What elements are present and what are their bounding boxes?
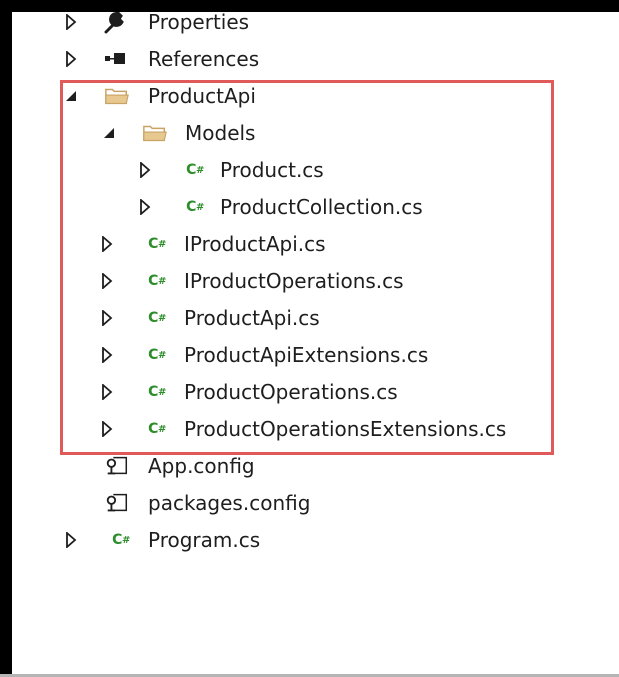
tree-item-productoperations-cs[interactable]: C # ProductOperations.cs [0, 374, 600, 410]
csharp-file-icon: C # [112, 532, 130, 548]
expand-arrow-icon[interactable] [138, 199, 152, 215]
config-file-icon [104, 491, 130, 515]
tree-item-productoperationsextensions-cs[interactable]: C # ProductOperationsExtensions.cs [0, 411, 600, 447]
folder-open-icon [142, 121, 168, 145]
tree-item-label: ProductOperationsExtensions.cs [184, 417, 507, 441]
config-file-icon [104, 454, 130, 478]
solution-explorer-panel: Properties References ProductApi Models … [0, 0, 619, 677]
tree-item-iproductapi-cs[interactable]: C # IProductApi.cs [0, 226, 600, 262]
tree-item-label: ProductOperations.cs [184, 380, 398, 404]
tree-item-label: packages.config [148, 491, 311, 515]
tree-item-label: App.config [148, 454, 255, 478]
tree-item-label: IProductApi.cs [184, 232, 326, 256]
wrench-icon [102, 10, 128, 34]
csharp-file-icon: C # [148, 384, 166, 400]
solution-tree: Properties References ProductApi Models … [0, 0, 619, 677]
expand-arrow-icon[interactable] [100, 310, 114, 326]
collapse-arrow-icon[interactable] [64, 88, 78, 104]
expand-arrow-icon[interactable] [100, 236, 114, 252]
tree-item-label: Models [185, 121, 256, 145]
expand-arrow-icon[interactable] [100, 273, 114, 289]
expand-arrow-icon[interactable] [100, 347, 114, 363]
expand-arrow-icon[interactable] [138, 162, 152, 178]
csharp-file-icon: C # [148, 347, 166, 363]
tree-item-label: ProductApiExtensions.cs [184, 343, 429, 367]
tree-item-app-config[interactable]: App.config [0, 448, 600, 484]
tree-item-productapiextensions-cs[interactable]: C # ProductApiExtensions.cs [0, 337, 600, 373]
tree-item-label: References [148, 47, 260, 71]
csharp-file-icon: C # [148, 310, 166, 326]
tree-item-productapi-cs[interactable]: C # ProductApi.cs [0, 300, 600, 336]
folder-open-icon [104, 84, 130, 108]
tree-item-label: ProductCollection.cs [220, 195, 423, 219]
expand-arrow-icon[interactable] [64, 51, 78, 67]
tree-item-iproductoperations-cs[interactable]: C # IProductOperations.cs [0, 263, 600, 299]
expand-arrow-icon[interactable] [100, 421, 114, 437]
tree-item-references[interactable]: References [0, 41, 600, 77]
collapse-arrow-icon[interactable] [102, 125, 116, 141]
tree-item-label: IProductOperations.cs [184, 269, 404, 293]
expand-arrow-icon[interactable] [64, 14, 78, 30]
references-icon [102, 47, 128, 71]
top-border [0, 0, 619, 12]
tree-item-label: ProductApi.cs [184, 306, 320, 330]
left-border [0, 0, 12, 677]
tree-item-productcollection-cs[interactable]: C # ProductCollection.cs [0, 189, 600, 225]
tree-item-program-cs[interactable]: C # Program.cs [0, 522, 600, 558]
tree-item-packages-config[interactable]: packages.config [0, 485, 600, 521]
csharp-file-icon: C # [148, 421, 166, 437]
tree-item-models-folder[interactable]: Models [0, 115, 600, 151]
csharp-file-icon: C # [148, 273, 166, 289]
csharp-file-icon: C # [186, 199, 204, 215]
tree-item-productapi-folder[interactable]: ProductApi [0, 78, 600, 114]
expand-arrow-icon[interactable] [100, 384, 114, 400]
expand-arrow-icon[interactable] [64, 532, 78, 548]
csharp-file-icon: C # [186, 162, 204, 178]
tree-item-product-cs[interactable]: C # Product.cs [0, 152, 600, 188]
tree-item-label: Product.cs [220, 158, 324, 182]
tree-item-label: Program.cs [148, 528, 261, 552]
tree-item-label: ProductApi [148, 84, 256, 108]
csharp-file-icon: C # [148, 236, 166, 252]
